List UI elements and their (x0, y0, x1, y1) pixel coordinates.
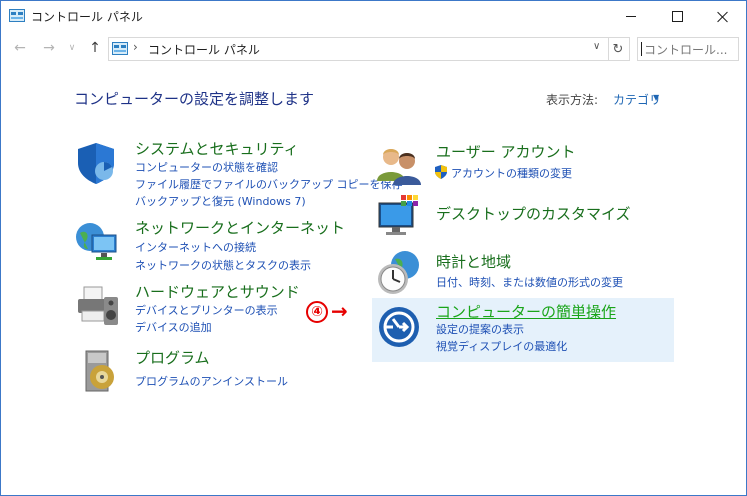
programs-title[interactable]: プログラム (135, 347, 210, 368)
printer-speaker-icon (78, 286, 118, 325)
network-status-tasks-link[interactable]: ネットワークの状態とタスクの表示 (135, 257, 311, 273)
control-panel-window: コントロール パネル ← → ∨ ↑ › コントロール パネル ∨ ↻ コントロ… (0, 0, 747, 496)
network-globe-icon (76, 223, 117, 260)
optimize-visual-display-link[interactable]: 視覚ディスプレイの最適化 (436, 338, 567, 354)
users-icon (377, 149, 421, 185)
step-number-badge: ④ (306, 301, 328, 323)
refresh-button[interactable]: ↻ (607, 37, 630, 61)
close-button[interactable] (700, 1, 746, 32)
user-accounts-title[interactable]: ユーザー アカウント (436, 141, 575, 162)
shield-icon (78, 143, 114, 184)
programs-disc-icon (85, 350, 114, 392)
uninstall-program-link[interactable]: プログラムのアンインストール (135, 373, 288, 389)
caret-down-icon[interactable]: ▼ (653, 93, 659, 102)
connect-internet-link[interactable]: インターネットへの接続 (135, 239, 256, 255)
backup-restore-link[interactable]: バックアップと復元 (Windows 7) (135, 193, 306, 209)
desktop-customize-title[interactable]: デスクトップのカスタマイズ (436, 203, 631, 224)
forward-button[interactable]: → (39, 38, 59, 58)
window-title: コントロール パネル (31, 10, 143, 24)
address-dropdown-icon[interactable]: ∨ (593, 41, 600, 52)
search-input[interactable]: コントロール... (637, 37, 739, 61)
back-button[interactable]: ← (10, 38, 30, 58)
minimize-button[interactable] (608, 1, 654, 32)
title-bar: コントロール パネル (1, 1, 746, 32)
change-account-type-link[interactable]: アカウントの種類の変更 (451, 165, 572, 181)
control-panel-icon (112, 42, 128, 55)
devices-printers-link[interactable]: デバイスとプリンターの表示 (135, 302, 278, 318)
search-placeholder: コントロール... (644, 43, 728, 57)
up-button[interactable]: ↑ (85, 38, 105, 58)
control-panel-icon (9, 9, 25, 22)
clock-region-title[interactable]: 時計と地域 (436, 251, 511, 272)
recent-locations-button[interactable]: ∨ (65, 38, 79, 58)
step-arrow-icon: → (331, 299, 348, 323)
navigation-bar: ← → ∨ ↑ › コントロール パネル ∨ ↻ コントロール... (1, 34, 746, 64)
ease-of-access-title[interactable]: コンピューターの簡単操作 (436, 301, 616, 322)
suggested-settings-link[interactable]: 設定の提案の表示 (436, 321, 524, 337)
check-computer-status-link[interactable]: コンピューターの状態を確認 (135, 159, 278, 175)
refresh-icon: ↻ (612, 41, 624, 57)
arrow-left-icon: ← (14, 40, 26, 56)
clock-globe-icon (378, 251, 419, 294)
ease-of-access-icon (379, 307, 419, 347)
arrow-right-icon: → (43, 40, 55, 56)
add-device-link[interactable]: デバイスの追加 (135, 319, 212, 335)
breadcrumb-separator[interactable]: › (133, 40, 138, 54)
maximize-button[interactable] (654, 1, 700, 32)
file-history-backup-link[interactable]: ファイル履歴でファイルのバックアップ コピーを保存 (135, 176, 403, 192)
minimize-icon (626, 16, 636, 17)
clock-region-subtitle[interactable]: 日付、時刻、または数値の形式の変更 (436, 274, 623, 290)
monitor-palette-icon (378, 195, 418, 235)
view-by-label: 表示方法: (546, 93, 599, 107)
uac-shield-icon (435, 165, 447, 179)
chevron-down-icon: ∨ (68, 43, 76, 53)
address-bar[interactable]: › コントロール パネル ∨ (108, 37, 609, 61)
breadcrumb-control-panel[interactable]: コントロール パネル (148, 41, 260, 58)
maximize-icon (671, 11, 683, 22)
hardware-sound-title[interactable]: ハードウェアとサウンド (135, 281, 300, 302)
arrow-up-icon: ↑ (89, 40, 101, 56)
close-icon (717, 11, 729, 23)
text-caret (641, 42, 642, 56)
page-heading: コンピューターの設定を調整します (74, 90, 315, 108)
system-security-title[interactable]: システムとセキュリティ (135, 138, 299, 159)
network-internet-title[interactable]: ネットワークとインターネット (135, 217, 345, 238)
